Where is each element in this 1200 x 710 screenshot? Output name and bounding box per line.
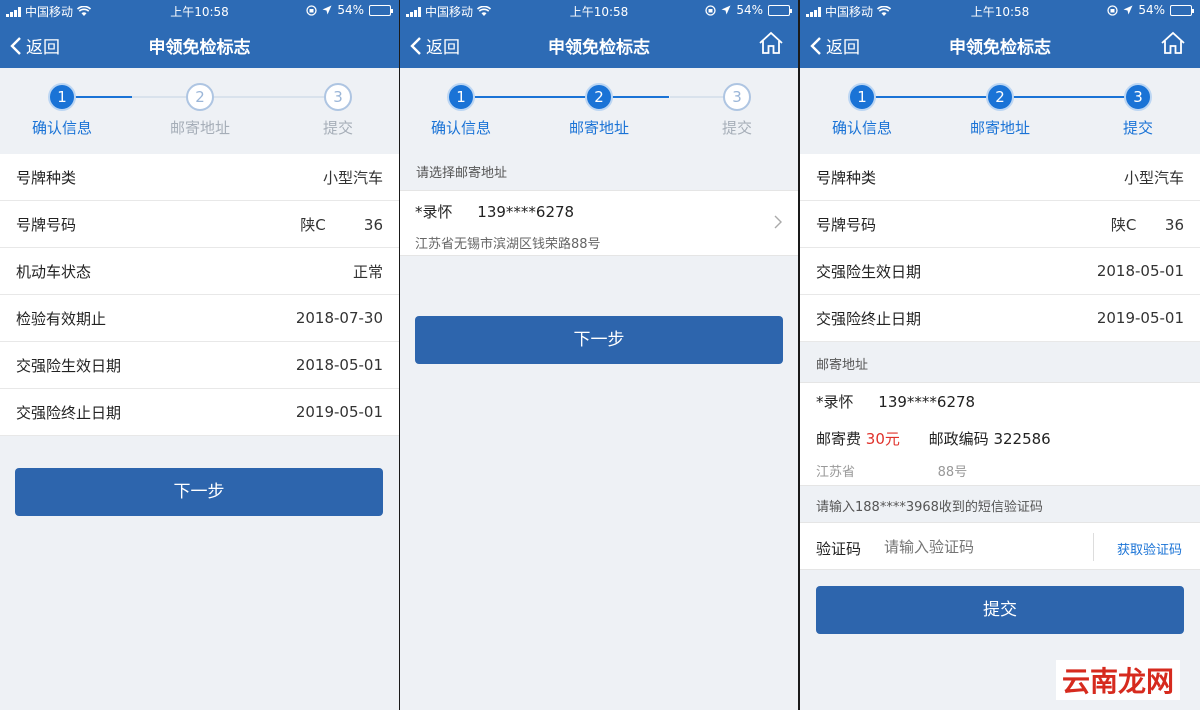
address-section-label: 邮寄地址 bbox=[816, 358, 869, 373]
recipient-address: 江苏省无锡市滨湖区钱荣路88号 bbox=[415, 237, 601, 252]
info-row-plate-type: 号牌种类 小型汽车 bbox=[800, 154, 1200, 201]
progress-stepper: 1 确认信息 2 邮寄地址 3 提交 bbox=[800, 68, 1200, 154]
postage-label: 邮寄费 bbox=[816, 430, 862, 448]
mailing-address-card: *录怀 139****6278 邮寄费 30元 邮政编码 322586 江苏省 … bbox=[800, 382, 1200, 486]
status-bar: 中国移动 上午10:58 54% bbox=[0, 0, 399, 22]
code-label: 验证码 bbox=[816, 540, 862, 558]
nav-bar: 返回 申领免检标志 bbox=[0, 26, 399, 62]
next-step-button[interactable]: 下一步 bbox=[415, 316, 783, 364]
screen-mailing-address: 中国移动 上午10:58 54% 返回 申领免检标志 1 确认信息 2 邮寄地址… bbox=[400, 0, 798, 710]
info-row-plate-number: 号牌号码 陕C 36 bbox=[800, 201, 1200, 248]
location-icon bbox=[322, 5, 332, 15]
nav-bar: 返回 申领免检标志 bbox=[400, 26, 798, 62]
watermark-logo: 云南龙网 bbox=[1055, 660, 1180, 700]
recipient-name: *录怀 bbox=[415, 203, 453, 221]
info-row-vehicle-status: 机动车状态 正常 bbox=[0, 248, 399, 295]
sms-hint: 请输入188****3968收到的短信验证码 bbox=[816, 500, 1043, 515]
progress-stepper: 1 确认信息 2 邮寄地址 3 提交 bbox=[0, 68, 399, 154]
screen-submit: 中国移动 上午10:58 54% 返回 申领免检标志 1 确认信息 2 邮寄地址… bbox=[800, 0, 1200, 710]
step-3: 3 提交 bbox=[1093, 83, 1183, 138]
nav-bar: 返回 申领免检标志 bbox=[800, 26, 1200, 62]
recipient-phone: 139****6278 bbox=[878, 393, 976, 411]
step-1: 1 确认信息 bbox=[17, 83, 107, 138]
app-header: 中国移动 上午10:58 54% 返回 申领免检标志 bbox=[800, 0, 1200, 68]
step-2: 2 邮寄地址 bbox=[155, 83, 245, 138]
progress-stepper: 1 确认信息 2 邮寄地址 3 提交 bbox=[400, 68, 798, 154]
postcode-label: 邮政编码 bbox=[928, 430, 989, 448]
home-icon bbox=[1161, 31, 1185, 54]
status-bar: 中国移动 上午10:58 54% bbox=[800, 0, 1200, 22]
postage-value: 30元 bbox=[865, 430, 900, 448]
info-row-insurance-end: 交强险终止日期 2019-05-01 bbox=[800, 295, 1200, 342]
battery-percent: 54% bbox=[736, 3, 763, 17]
location-icon bbox=[721, 5, 731, 15]
battery-percent: 54% bbox=[337, 3, 364, 17]
page-title: 申领免检标志 bbox=[548, 38, 650, 58]
battery-icon bbox=[768, 4, 792, 16]
orientation-lock-icon bbox=[306, 4, 317, 16]
get-code-button[interactable]: 获取验证码 bbox=[1117, 539, 1182, 558]
orientation-lock-icon bbox=[1107, 4, 1118, 16]
recipient-address: 江苏省 88号 bbox=[816, 465, 968, 480]
next-step-button[interactable]: 下一步 bbox=[15, 468, 383, 516]
verification-code-row: 验证码 获取验证码 bbox=[800, 522, 1200, 570]
home-button[interactable] bbox=[758, 30, 784, 60]
info-row-plate-number: 号牌号码 陕C 36 bbox=[0, 201, 399, 248]
app-header: 中国移动 上午10:58 54% 返回 申领免检标志 bbox=[0, 0, 399, 68]
recipient-name: *录怀 bbox=[816, 393, 854, 411]
verification-code-input[interactable] bbox=[884, 533, 1084, 561]
page-title: 申领免检标志 bbox=[148, 38, 251, 58]
chevron-right-icon bbox=[774, 215, 782, 229]
battery-icon bbox=[1170, 4, 1194, 16]
address-option[interactable]: *录怀 139****6278 江苏省无锡市滨湖区钱荣路88号 bbox=[400, 190, 798, 256]
vehicle-info-list: 号牌种类 小型汽车 号牌号码 陕C 36 机动车状态 正常 检验有效期止 2018-07… bbox=[0, 154, 399, 436]
page-title: 申领免检标志 bbox=[949, 38, 1051, 58]
location-icon bbox=[1123, 5, 1133, 15]
step-2: 2 邮寄地址 bbox=[554, 83, 644, 138]
step-3: 3 提交 bbox=[293, 83, 383, 138]
screen-confirm-info: 中国移动 上午10:58 54% 返回 申领免检标志 1 确认信息 2 邮寄地址… bbox=[0, 0, 399, 710]
home-icon bbox=[759, 31, 783, 54]
step-1: 1 确认信息 bbox=[416, 83, 506, 138]
info-row-plate-type: 号牌种类 小型汽车 bbox=[0, 154, 399, 201]
address-section-label: 请选择邮寄地址 bbox=[416, 166, 508, 181]
step-3: 3 提交 bbox=[692, 83, 782, 138]
info-row-insurance-start: 交强险生效日期 2018-05-01 bbox=[0, 342, 399, 389]
step-2: 2 邮寄地址 bbox=[955, 83, 1045, 138]
recipient-phone: 139****6278 bbox=[477, 203, 575, 221]
info-row-insurance-end: 交强险终止日期 2019-05-01 bbox=[0, 389, 399, 436]
info-row-insurance-start: 交强险生效日期 2018-05-01 bbox=[800, 248, 1200, 295]
postcode-value: 322586 bbox=[993, 430, 1051, 448]
vehicle-info-list: 号牌种类 小型汽车 号牌号码 陕C 36 交强险生效日期 2018-05-01 交强险… bbox=[800, 154, 1200, 342]
submit-button[interactable]: 提交 bbox=[816, 586, 1184, 634]
info-row-inspection-expiry: 检验有效期止 2018-07-30 bbox=[0, 295, 399, 342]
status-bar: 中国移动 上午10:58 54% bbox=[400, 0, 798, 22]
battery-icon bbox=[369, 4, 393, 16]
orientation-lock-icon bbox=[705, 4, 716, 16]
app-header: 中国移动 上午10:58 54% 返回 申领免检标志 bbox=[400, 0, 798, 68]
step-1: 1 确认信息 bbox=[817, 83, 907, 138]
home-button[interactable] bbox=[1160, 30, 1186, 60]
battery-percent: 54% bbox=[1138, 3, 1165, 17]
